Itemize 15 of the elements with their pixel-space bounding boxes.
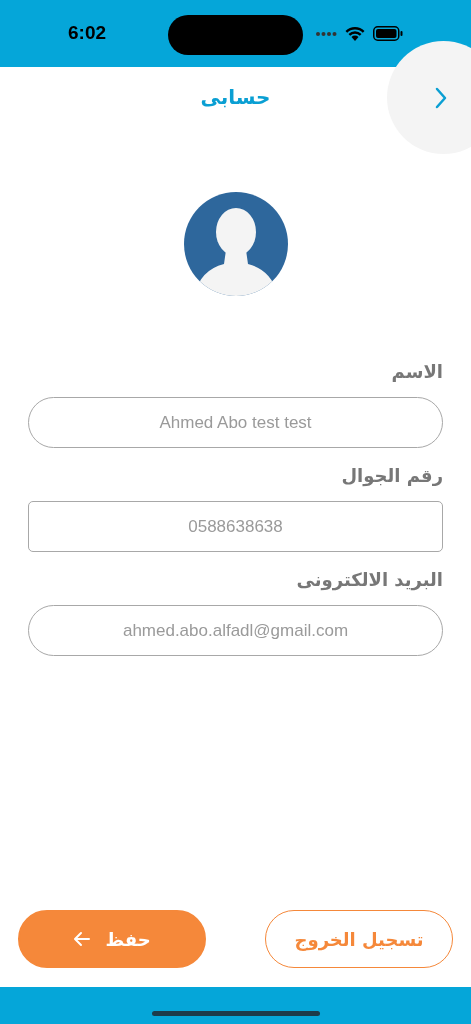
arrow-left-icon bbox=[73, 931, 92, 947]
input-field[interactable]: ahmed.abo.alfadl@gmail.com bbox=[28, 605, 443, 656]
save-button[interactable]: حفظ bbox=[18, 910, 206, 968]
signal-icon bbox=[315, 30, 337, 37]
page-title: حسابى bbox=[200, 84, 271, 111]
field-label: البريد الالكترونى bbox=[296, 568, 443, 593]
input-field[interactable]: 0588638638 bbox=[28, 501, 443, 552]
field-label: الاسم bbox=[391, 360, 443, 384]
field-label: رقم الجوال bbox=[341, 464, 443, 489]
status-time: 6:02 bbox=[68, 21, 107, 46]
wifi-icon bbox=[345, 26, 365, 41]
battery-icon bbox=[373, 26, 403, 41]
chevron-right-icon[interactable] bbox=[434, 87, 448, 109]
logout-button[interactable]: تسجيل الخروج bbox=[265, 910, 453, 968]
input-field[interactable]: Ahmed Abo test test bbox=[28, 397, 443, 448]
